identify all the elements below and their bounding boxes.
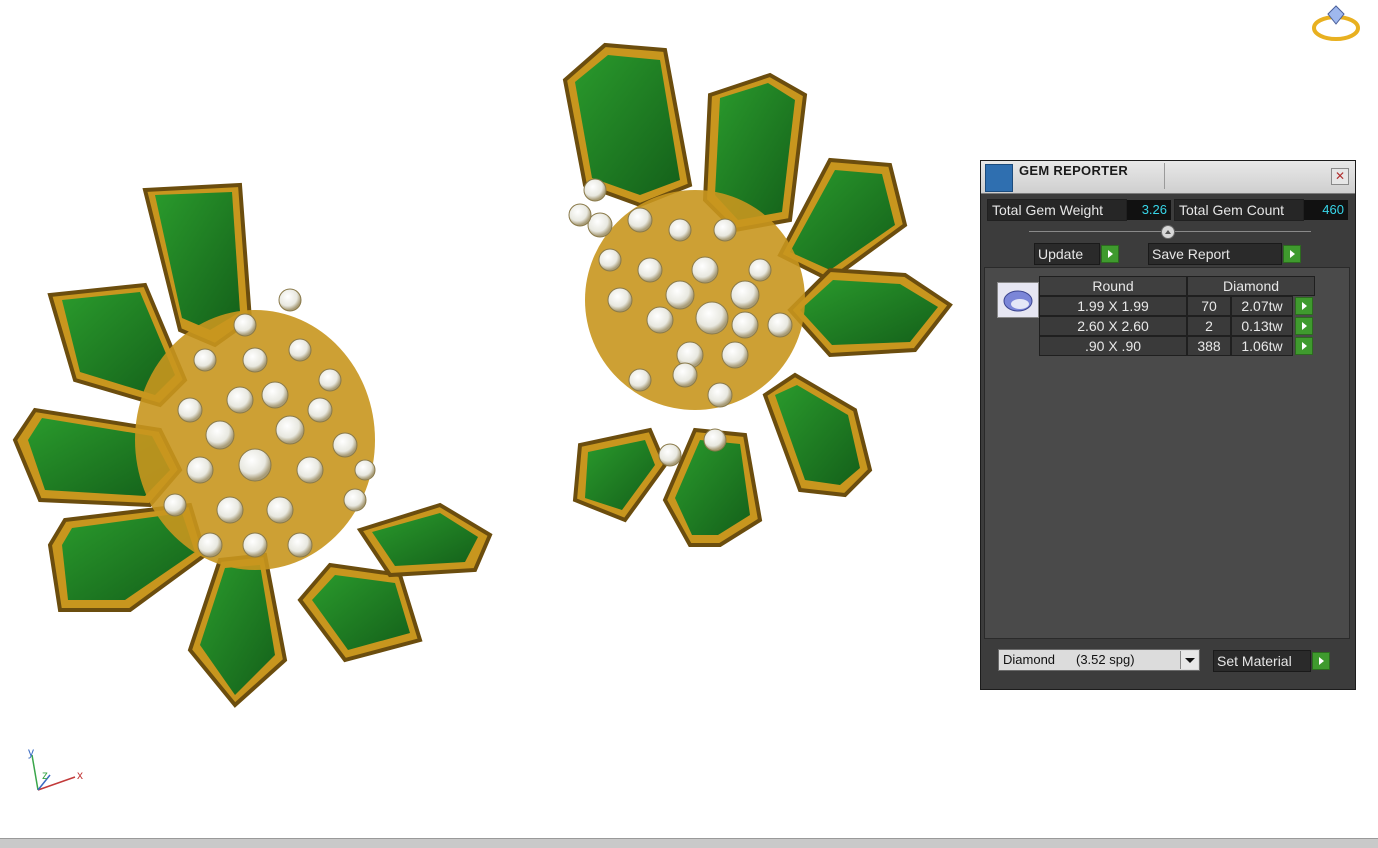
total-weight-label: Total Gem Weight (987, 199, 1127, 221)
axis-x-label: x (77, 768, 83, 782)
panel-title: GEM REPORTER (1019, 163, 1129, 178)
row-count: 70 (1187, 296, 1231, 316)
update-button[interactable]: Update (1034, 243, 1100, 265)
row-go-icon[interactable] (1295, 317, 1313, 335)
total-count-label: Total Gem Count (1174, 199, 1304, 221)
title-separator (1164, 163, 1165, 189)
save-report-button[interactable]: Save Report (1148, 243, 1282, 265)
material-name: Diamond (1003, 652, 1056, 667)
row-weight: 2.07tw (1231, 296, 1293, 316)
material-dropdown[interactable]: Diamond (3.52 spg) (998, 649, 1200, 671)
header-material: Diamond (1187, 276, 1315, 296)
row-size: 1.99 X 1.99 (1039, 296, 1187, 316)
round-diamond-icon[interactable] (997, 282, 1039, 318)
gem-reporter-icon (985, 164, 1013, 192)
row-weight: 1.06tw (1231, 336, 1293, 356)
ring-diamond-icon (1310, 4, 1362, 42)
update-go-icon[interactable] (1101, 245, 1119, 263)
save-report-go-icon[interactable] (1283, 245, 1301, 263)
close-icon[interactable]: ✕ (1331, 168, 1349, 185)
set-material-button[interactable]: Set Material (1213, 650, 1311, 672)
axis-z-label: z (42, 768, 48, 782)
row-weight: 0.13tw (1231, 316, 1293, 336)
right-earring (562, 42, 953, 547)
panel-titlebar[interactable]: GEM REPORTER ✕ (981, 161, 1355, 194)
slider-thumb[interactable] (1161, 225, 1175, 239)
axis-y-label: y (28, 745, 34, 759)
left-earring (12, 182, 493, 708)
row-size: .90 X .90 (1039, 336, 1187, 356)
row-count: 388 (1187, 336, 1231, 356)
total-count-value: 460 (1304, 200, 1348, 220)
row-go-icon[interactable] (1295, 297, 1313, 315)
row-size: 2.60 X 2.60 (1039, 316, 1187, 336)
set-material-go-icon[interactable] (1312, 652, 1330, 670)
row-count: 2 (1187, 316, 1231, 336)
row-go-icon[interactable] (1295, 337, 1313, 355)
earrings-render (12, 42, 953, 708)
chevron-down-icon[interactable] (1180, 651, 1198, 669)
gem-reporter-panel[interactable]: GEM REPORTER ✕ Total Gem Weight 3.26 Tot… (980, 160, 1356, 690)
material-sg: (3.52 spg) (1076, 652, 1135, 667)
total-weight-value: 3.26 (1127, 200, 1171, 220)
header-shape: Round (1039, 276, 1187, 296)
gem-list[interactable]: Round Diamond 1.99 X 1.99 70 2.07tw 2.60… (984, 267, 1350, 639)
axis-triad: y z x (20, 745, 100, 800)
